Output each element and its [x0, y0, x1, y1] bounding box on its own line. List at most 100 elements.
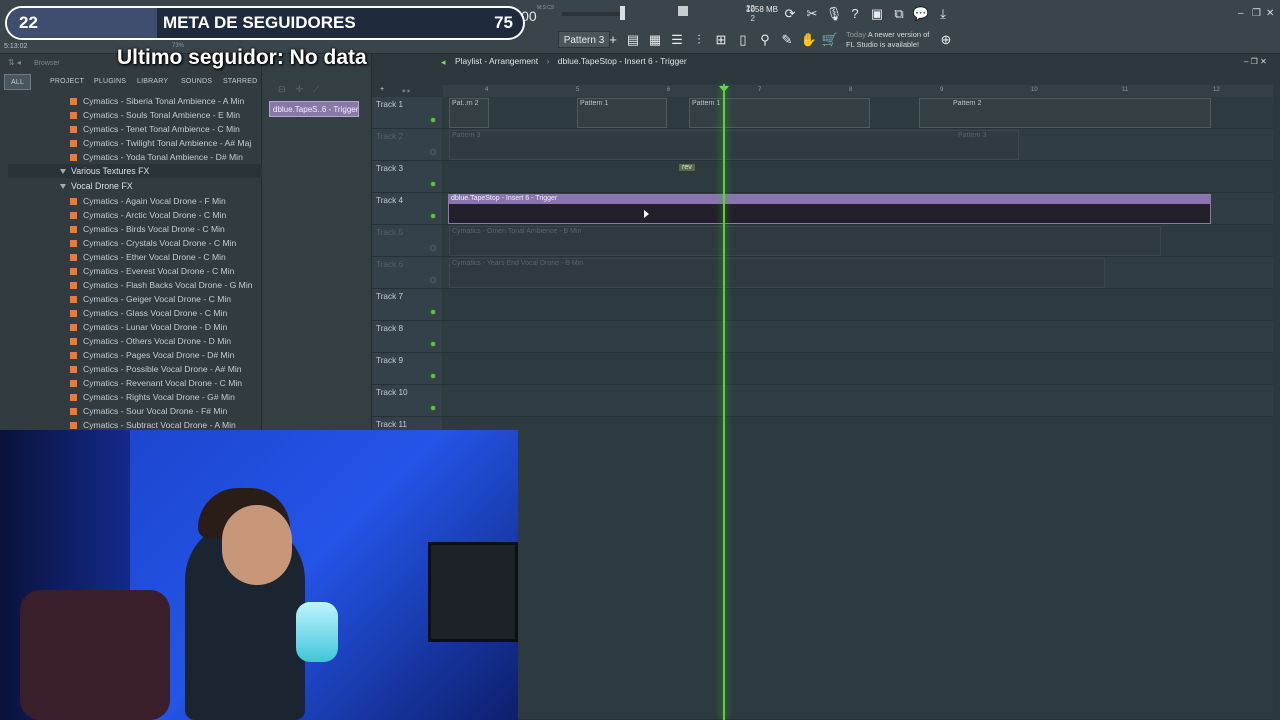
tab-library[interactable]: LIBRARY: [137, 74, 168, 90]
touch-icon[interactable]: ✋: [800, 32, 818, 48]
track-mute-led[interactable]: [430, 213, 436, 219]
track-mute-led[interactable]: [430, 373, 436, 379]
pattern-clip[interactable]: Pat..rn 2: [449, 98, 489, 128]
master-volume-handle[interactable]: [620, 6, 625, 20]
list-item[interactable]: Cymatics - Flash Backs Vocal Drone - G M…: [70, 278, 253, 292]
pattern-clip[interactable]: Pattern 2: [919, 98, 1211, 128]
cart-icon[interactable]: 🛒: [821, 32, 839, 48]
playlist-icon[interactable]: ▤: [624, 32, 642, 48]
list-item[interactable]: Cymatics - Twilight Tonal Ambience - A# …: [70, 136, 251, 150]
list-item[interactable]: Cymatics - Lunar Vocal Drone - D Min: [70, 320, 227, 334]
list-item[interactable]: Cymatics - Sour Vocal Drone - F# Min: [70, 404, 227, 418]
track-lane-1[interactable]: Pat..rn 2 Pattern 1 Pattern 1 Pattern 2: [443, 97, 1273, 129]
list-item[interactable]: Cymatics - Crystals Vocal Drone - C Min: [70, 236, 236, 250]
panel-tools-icon[interactable]: ⊟ ✛ ⟋: [278, 84, 319, 95]
list-item[interactable]: Cymatics - Possible Vocal Drone - A# Min: [70, 362, 242, 376]
track-lane-5[interactable]: Cymatics - Omen Tonal Ambience - B Min: [443, 225, 1273, 257]
list-item[interactable]: Cymatics - Revenant Vocal Drone - C Min: [70, 376, 242, 390]
audio-clip[interactable]: dblue.TapeStop - Insert 6 - Trigger: [448, 194, 1211, 224]
edison-icon[interactable]: ✎: [778, 32, 796, 48]
track-lane-2[interactable]: Pattern 3 Pattern 3: [443, 129, 1273, 161]
master-volume-slider[interactable]: [562, 12, 624, 16]
tab-all[interactable]: ALL: [4, 74, 32, 90]
track-mute-led[interactable]: [430, 341, 436, 347]
download-icon[interactable]: ⤓: [934, 6, 952, 22]
track-lane-7[interactable]: [443, 289, 1273, 321]
folder-various-textures[interactable]: Various Textures FX: [8, 164, 262, 178]
track-lane-4[interactable]: dblue.TapeStop - Insert 6 - Trigger: [443, 193, 1273, 225]
track-lane-8[interactable]: [443, 321, 1273, 353]
track-lane-11[interactable]: [443, 417, 1273, 720]
list-item[interactable]: Cymatics - Arctic Vocal Drone - C Min: [70, 208, 226, 222]
pattern-clip[interactable]: Pattern 1: [577, 98, 667, 128]
track-lane-3[interactable]: rev: [443, 161, 1273, 193]
pattern-selector[interactable]: Pattern 3: [558, 31, 610, 48]
track-header-6[interactable]: Track 6: [372, 257, 442, 289]
track-header-7[interactable]: Track 7: [372, 289, 442, 321]
piano-roll-icon[interactable]: ▦: [646, 32, 664, 48]
audio-clip[interactable]: Cymatics - Years End Vocal Drone - B Min: [449, 258, 1105, 288]
add-pattern-icon[interactable]: +: [604, 32, 622, 48]
tab-sounds[interactable]: SOUNDS: [181, 74, 212, 90]
track-header-5[interactable]: Track 5: [372, 225, 442, 257]
pattern-clip[interactable]: Pattern 1: [689, 98, 870, 128]
track-header-1[interactable]: Track 1: [372, 97, 442, 129]
track-header-8[interactable]: Track 8: [372, 321, 442, 353]
snap-controls[interactable]: ◉ ◉: [402, 88, 440, 94]
timeline-ruler[interactable]: 4 5 6 7 8 9 10 11 12: [443, 85, 1273, 97]
track-lane-9[interactable]: [443, 353, 1273, 385]
tab-project[interactable]: PROJECT: [50, 74, 84, 90]
close-icon[interactable]: ✕: [1266, 8, 1274, 19]
list-item[interactable]: Cymatics - Again Vocal Drone - F Min: [70, 194, 226, 208]
folder-vocal-drone[interactable]: Vocal Drone FX: [60, 179, 133, 193]
track-mute-led[interactable]: [430, 149, 436, 155]
plugin-picker-icon[interactable]: ⚲: [756, 32, 774, 48]
track-mute-led[interactable]: [430, 245, 436, 251]
selected-clip-source[interactable]: dblue.TapeS..6 - Trigger: [269, 101, 359, 117]
tab-plugins[interactable]: PLUGINS: [94, 74, 126, 90]
playlist-window-controls[interactable]: – ❐ ✕: [1244, 57, 1267, 66]
list-item[interactable]: Cymatics - Geiger Vocal Drone - C Min: [70, 292, 231, 306]
list-item[interactable]: Cymatics - Ether Vocal Drone - C Min: [70, 250, 226, 264]
playhead[interactable]: [723, 84, 725, 720]
channel-rack-icon[interactable]: ☰: [668, 32, 686, 48]
play-arrow-icon[interactable]: ◂: [441, 57, 446, 68]
browser-nav-icon[interactable]: ⇅ ◂: [8, 58, 21, 67]
track-mute-led[interactable]: [430, 277, 436, 283]
browser-icon[interactable]: ⊞: [712, 32, 730, 48]
news-panel[interactable]: Today A newer version of FL Studio is av…: [846, 30, 929, 50]
track-lane-6[interactable]: Cymatics - Years End Vocal Drone - B Min: [443, 257, 1273, 289]
maximize-icon[interactable]: ❐: [1252, 8, 1261, 19]
track-lane-10[interactable]: [443, 385, 1273, 417]
chat-icon[interactable]: 💬: [912, 6, 930, 22]
add-track-icon[interactable]: +: [380, 86, 384, 93]
track-header-4[interactable]: Track 4: [372, 193, 442, 225]
pattern-clip[interactable]: Pattern 3 Pattern 3: [449, 130, 1019, 160]
project-icon[interactable]: ▯: [734, 32, 752, 48]
track-header-10[interactable]: Track 10: [372, 385, 442, 417]
list-item[interactable]: Cymatics - Siberia Tonal Ambience - A Mi…: [70, 94, 244, 108]
cut-icon[interactable]: ✂: [803, 6, 821, 22]
mixer-icon[interactable]: ⫶: [690, 32, 708, 48]
list-item[interactable]: Cymatics - Tenet Tonal Ambience - C Min: [70, 122, 240, 136]
track-mute-led[interactable]: [430, 309, 436, 315]
globe-icon[interactable]: ⊕: [937, 32, 955, 48]
list-item[interactable]: Cymatics - Rights Vocal Drone - G# Min: [70, 390, 235, 404]
refresh-icon[interactable]: ⟳: [781, 6, 799, 22]
track-mute-led[interactable]: [430, 405, 436, 411]
tab-starred[interactable]: STARRED: [223, 74, 257, 90]
audio-clip[interactable]: Cymatics - Omen Tonal Ambience - B Min: [449, 226, 1161, 256]
track-header-3[interactable]: Track 3: [372, 161, 442, 193]
help-icon[interactable]: ?: [846, 6, 864, 22]
list-item[interactable]: Cymatics - Yoda Tonal Ambience - D# Min: [70, 150, 243, 164]
track-header-9[interactable]: Track 9: [372, 353, 442, 385]
list-item[interactable]: Cymatics - Birds Vocal Drone - C Min: [70, 222, 225, 236]
list-item[interactable]: Cymatics - Others Vocal Drone - D Min: [70, 334, 231, 348]
track-mute-led[interactable]: [430, 117, 436, 123]
list-item[interactable]: Cymatics - Pages Vocal Drone - D# Min: [70, 348, 234, 362]
minimize-icon[interactable]: –: [1238, 8, 1244, 19]
track-header-2[interactable]: Track 2: [372, 129, 442, 161]
save-icon[interactable]: ▣: [868, 6, 886, 22]
automation-clip[interactable]: rev: [677, 162, 707, 192]
track-mute-led[interactable]: [430, 181, 436, 187]
